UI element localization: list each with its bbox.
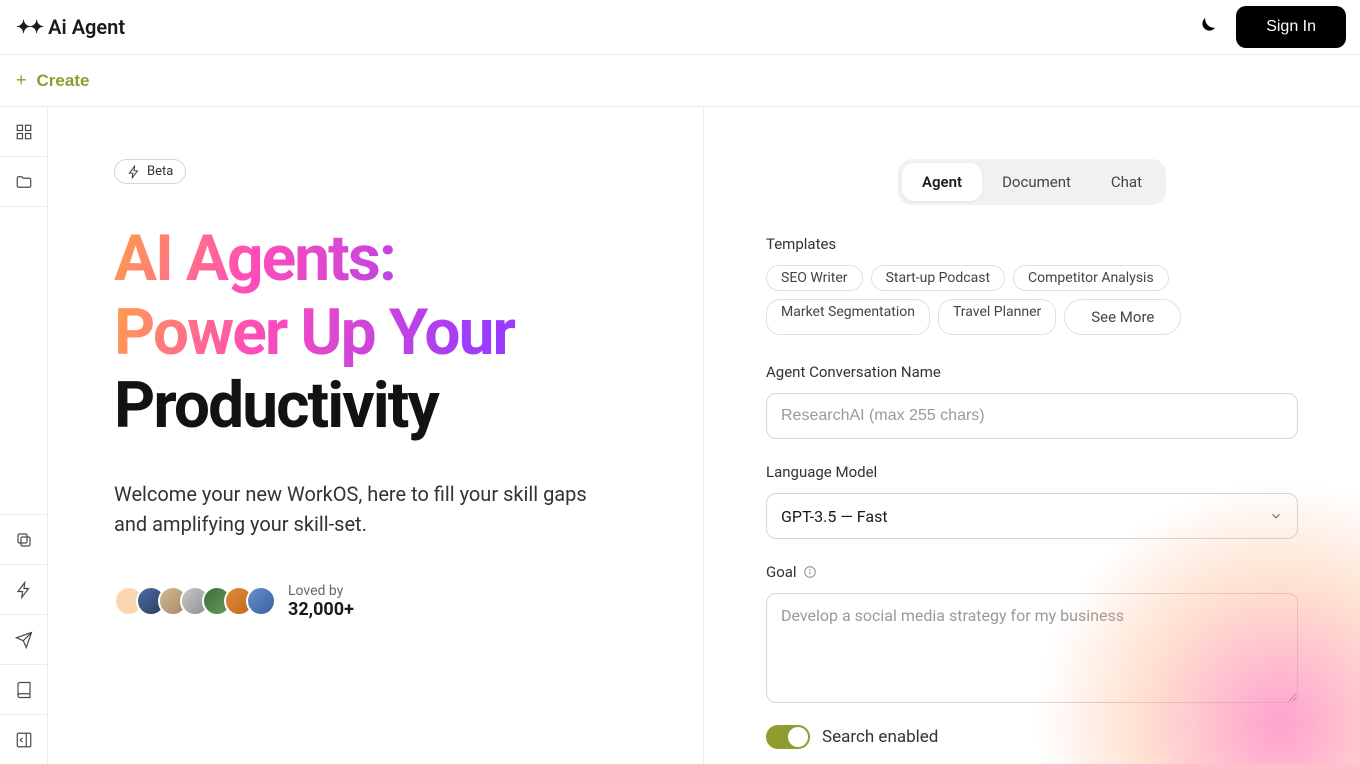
goal-label-text: Goal: [766, 563, 797, 581]
brand-text: Ai Agent: [48, 15, 125, 39]
conversation-name-label: Agent Conversation Name: [766, 363, 1298, 381]
book-icon: [15, 681, 33, 699]
tab-agent[interactable]: Agent: [902, 163, 982, 201]
search-enabled-row: Search enabled: [766, 725, 1298, 749]
chip-market-segmentation[interactable]: Market Segmentation: [766, 299, 930, 335]
hero-title: AI Agents: Power Up Your Productivity: [114, 222, 641, 443]
hero-title-line1: AI Agents:: [114, 222, 641, 296]
theme-toggle-icon[interactable]: [1194, 15, 1218, 39]
loved-by-text: Loved by 32,000+: [288, 583, 354, 620]
bolt-icon: [15, 581, 33, 599]
sign-in-button[interactable]: Sign In: [1236, 6, 1346, 48]
sidebar-item-bolt[interactable]: [0, 564, 47, 614]
sidebar-item-copy[interactable]: [0, 514, 47, 564]
chip-travel-planner[interactable]: Travel Planner: [938, 299, 1056, 335]
body: Beta AI Agents: Power Up Your Productivi…: [0, 107, 1360, 764]
create-button[interactable]: + Create: [16, 70, 89, 91]
folder-icon: [15, 173, 33, 191]
chip-seo-writer[interactable]: SEO Writer: [766, 265, 863, 291]
beta-label: Beta: [147, 164, 173, 179]
bolt-icon: [127, 165, 141, 179]
avatar-stack: [114, 586, 276, 616]
main: Beta AI Agents: Power Up Your Productivi…: [48, 107, 1360, 764]
tab-chat[interactable]: Chat: [1091, 163, 1162, 201]
form-panel: Agent Document Chat Templates SEO Writer…: [704, 107, 1360, 764]
chevron-down-icon: [1269, 509, 1283, 523]
dashboard-icon: [15, 123, 33, 141]
loved-by-number: 32,000+: [288, 599, 354, 620]
templates-label: Templates: [766, 235, 1298, 253]
language-model-value: GPT-3.5 — Fast: [781, 507, 888, 526]
sidebar-item-send[interactable]: [0, 614, 47, 664]
chip-see-more[interactable]: See More: [1064, 299, 1181, 335]
goal-textarea[interactable]: [766, 593, 1298, 703]
info-icon[interactable]: [803, 565, 817, 579]
search-enabled-toggle[interactable]: [766, 725, 810, 749]
mode-tabs: Agent Document Chat: [898, 159, 1166, 205]
header-right: Sign In: [1194, 6, 1346, 48]
send-icon: [15, 631, 33, 649]
sidebar-top: [0, 107, 47, 207]
sidebar-item-collapse[interactable]: [0, 714, 47, 764]
hero-title-line2: Power Up Your: [114, 296, 641, 370]
collapse-icon: [15, 731, 33, 749]
sparkle-icon: ✦✦: [16, 17, 42, 38]
template-chips: SEO Writer Start-up Podcast Competitor A…: [766, 265, 1298, 335]
hero-panel: Beta AI Agents: Power Up Your Productivi…: [48, 107, 704, 764]
create-row: + Create: [0, 55, 1360, 107]
hero-subtitle: Welcome your new WorkOS, here to fill yo…: [114, 479, 594, 539]
copy-icon: [15, 531, 33, 549]
header-bar: ✦✦ Ai Agent Sign In: [0, 0, 1360, 55]
sidebar: [0, 107, 48, 764]
loved-by: Loved by 32,000+: [114, 583, 641, 620]
goal-label: Goal: [766, 563, 1298, 581]
avatar: [246, 586, 276, 616]
language-model-label: Language Model: [766, 463, 1298, 481]
brand[interactable]: ✦✦ Ai Agent: [16, 15, 125, 39]
language-model-select[interactable]: GPT-3.5 — Fast: [766, 493, 1298, 539]
create-label: Create: [37, 71, 90, 91]
chip-startup-podcast[interactable]: Start-up Podcast: [871, 265, 1005, 291]
sidebar-item-book[interactable]: [0, 664, 47, 714]
sidebar-item-folder[interactable]: [0, 157, 47, 207]
beta-badge[interactable]: Beta: [114, 159, 186, 184]
loved-by-label: Loved by: [288, 583, 354, 599]
search-enabled-label: Search enabled: [822, 727, 938, 747]
plus-icon: +: [16, 70, 27, 91]
conversation-name-input[interactable]: [766, 393, 1298, 439]
hero-title-line3: Productivity: [114, 369, 641, 443]
sidebar-bottom: [0, 514, 47, 764]
sidebar-item-dashboard[interactable]: [0, 107, 47, 157]
chip-competitor-analysis[interactable]: Competitor Analysis: [1013, 265, 1169, 291]
tab-document[interactable]: Document: [982, 163, 1091, 201]
